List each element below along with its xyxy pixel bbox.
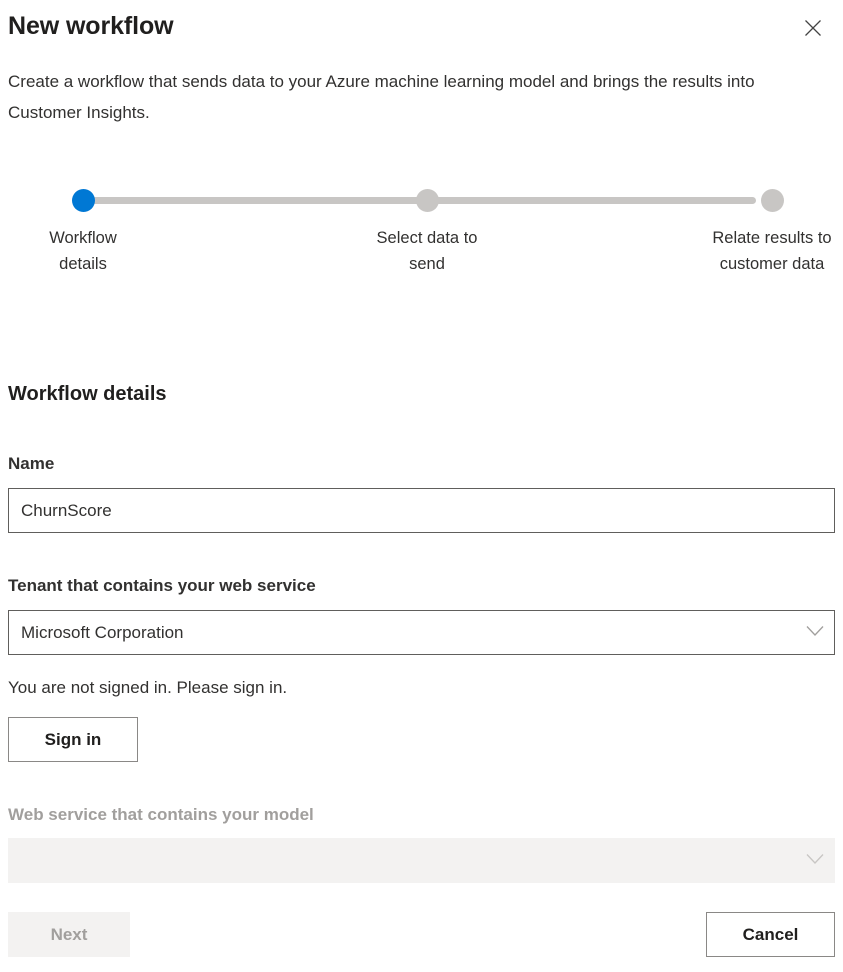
step-dot-icon — [71, 189, 95, 212]
tenant-dropdown-value[interactable]: Microsoft Corporation — [8, 610, 835, 655]
panel-description: Create a workflow that sends data to you… — [8, 72, 755, 122]
name-label: Name — [8, 454, 55, 473]
step-dot-icon — [760, 189, 784, 212]
stepper-step-label: Relate results to customer data — [712, 229, 832, 273]
stepper-step-workflow-details[interactable]: Workflow details — [0, 170, 173, 277]
stepper-step-label: Select data to send — [376, 229, 478, 273]
name-input[interactable] — [8, 488, 835, 533]
web-service-label: Web service that contains your model — [8, 805, 314, 824]
close-button[interactable] — [791, 6, 835, 50]
web-service-dropdown — [8, 838, 835, 883]
tenant-label: Tenant that contains your web service — [8, 576, 316, 595]
cancel-button[interactable]: Cancel — [706, 912, 835, 957]
stepper-step-relate-results-to-customer-data[interactable]: Relate results to customer data — [682, 170, 843, 277]
tenant-dropdown[interactable]: Microsoft Corporation — [8, 610, 835, 655]
section-title-workflow-details: Workflow details — [8, 383, 167, 405]
signin-helper-text: You are not signed in. Please sign in. — [8, 678, 288, 697]
new-workflow-panel: New workflow Create a workflow that send… — [0, 0, 843, 972]
web-service-dropdown-value — [8, 838, 835, 883]
close-icon — [803, 18, 823, 38]
stepper-step-label: Workflow details — [49, 229, 117, 273]
step-dot-icon — [415, 189, 439, 212]
panel-header: New workflow Create a workflow that send… — [8, 0, 835, 128]
sign-in-button[interactable]: Sign in — [8, 717, 138, 762]
next-button[interactable]: Next — [8, 912, 130, 957]
workflow-stepper: Workflow details Select data to send Rel… — [8, 170, 835, 290]
page-title: New workflow — [8, 12, 174, 40]
stepper-step-select-data-to-send[interactable]: Select data to send — [337, 170, 517, 277]
